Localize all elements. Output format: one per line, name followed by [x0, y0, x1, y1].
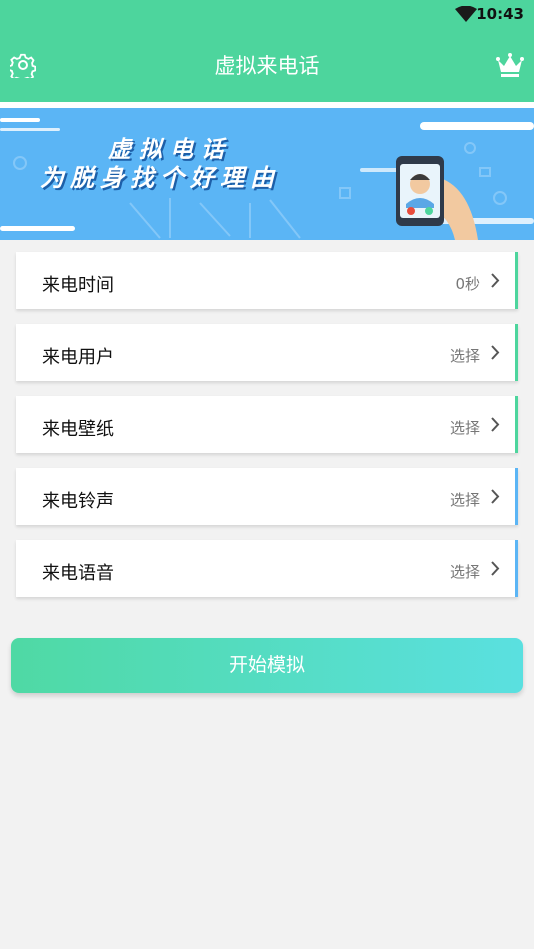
wifi-icon [455, 6, 477, 22]
start-simulation-button[interactable]: 开始模拟 [11, 638, 523, 693]
setting-label: 来电语音 [42, 563, 114, 584]
chevron-right-icon [491, 561, 500, 576]
chevron-right-icon [491, 489, 500, 504]
page-title: 虚拟来电话 [214, 54, 320, 78]
setting-row-caller[interactable]: 来电用户 选择 [16, 324, 518, 381]
accent-bar [515, 324, 518, 381]
banner-subheadline: 为脱身找个好理由 [40, 164, 280, 192]
app-bar: 虚拟来电话 [0, 30, 534, 102]
setting-row-wallpaper[interactable]: 来电壁纸 选择 [16, 396, 518, 453]
setting-value: 选择 [449, 491, 480, 509]
setting-value: 0秒 [455, 275, 480, 293]
setting-label: 来电壁纸 [42, 419, 114, 440]
setting-value: 选择 [449, 563, 480, 581]
chevron-right-icon [491, 345, 500, 360]
crown-icon[interactable] [496, 52, 524, 78]
accent-bar [515, 396, 518, 453]
setting-label: 来电用户 [42, 347, 114, 368]
accent-bar [515, 468, 518, 525]
chevron-right-icon [491, 417, 500, 432]
chevron-right-icon [491, 273, 500, 288]
settings-list: 来电时间 0秒 来电用户 选择 来电壁纸 选择 来电铃声 选择 来电语音 选择 [16, 252, 518, 612]
setting-row-ringtone[interactable]: 来电铃声 选择 [16, 468, 518, 525]
accent-bar [515, 540, 518, 597]
status-bar: 10:43 [0, 0, 534, 30]
promo-banner[interactable]: 虚拟电话 为脱身找个好理由 [0, 108, 534, 240]
setting-row-call-time[interactable]: 来电时间 0秒 [16, 252, 518, 309]
status-time: 10:43 [476, 5, 524, 23]
setting-value: 选择 [449, 347, 480, 365]
setting-value: 选择 [449, 419, 480, 437]
accent-bar [515, 252, 518, 309]
setting-label: 来电时间 [42, 275, 114, 296]
setting-label: 来电铃声 [42, 491, 114, 512]
setting-row-voice[interactable]: 来电语音 选择 [16, 540, 518, 597]
